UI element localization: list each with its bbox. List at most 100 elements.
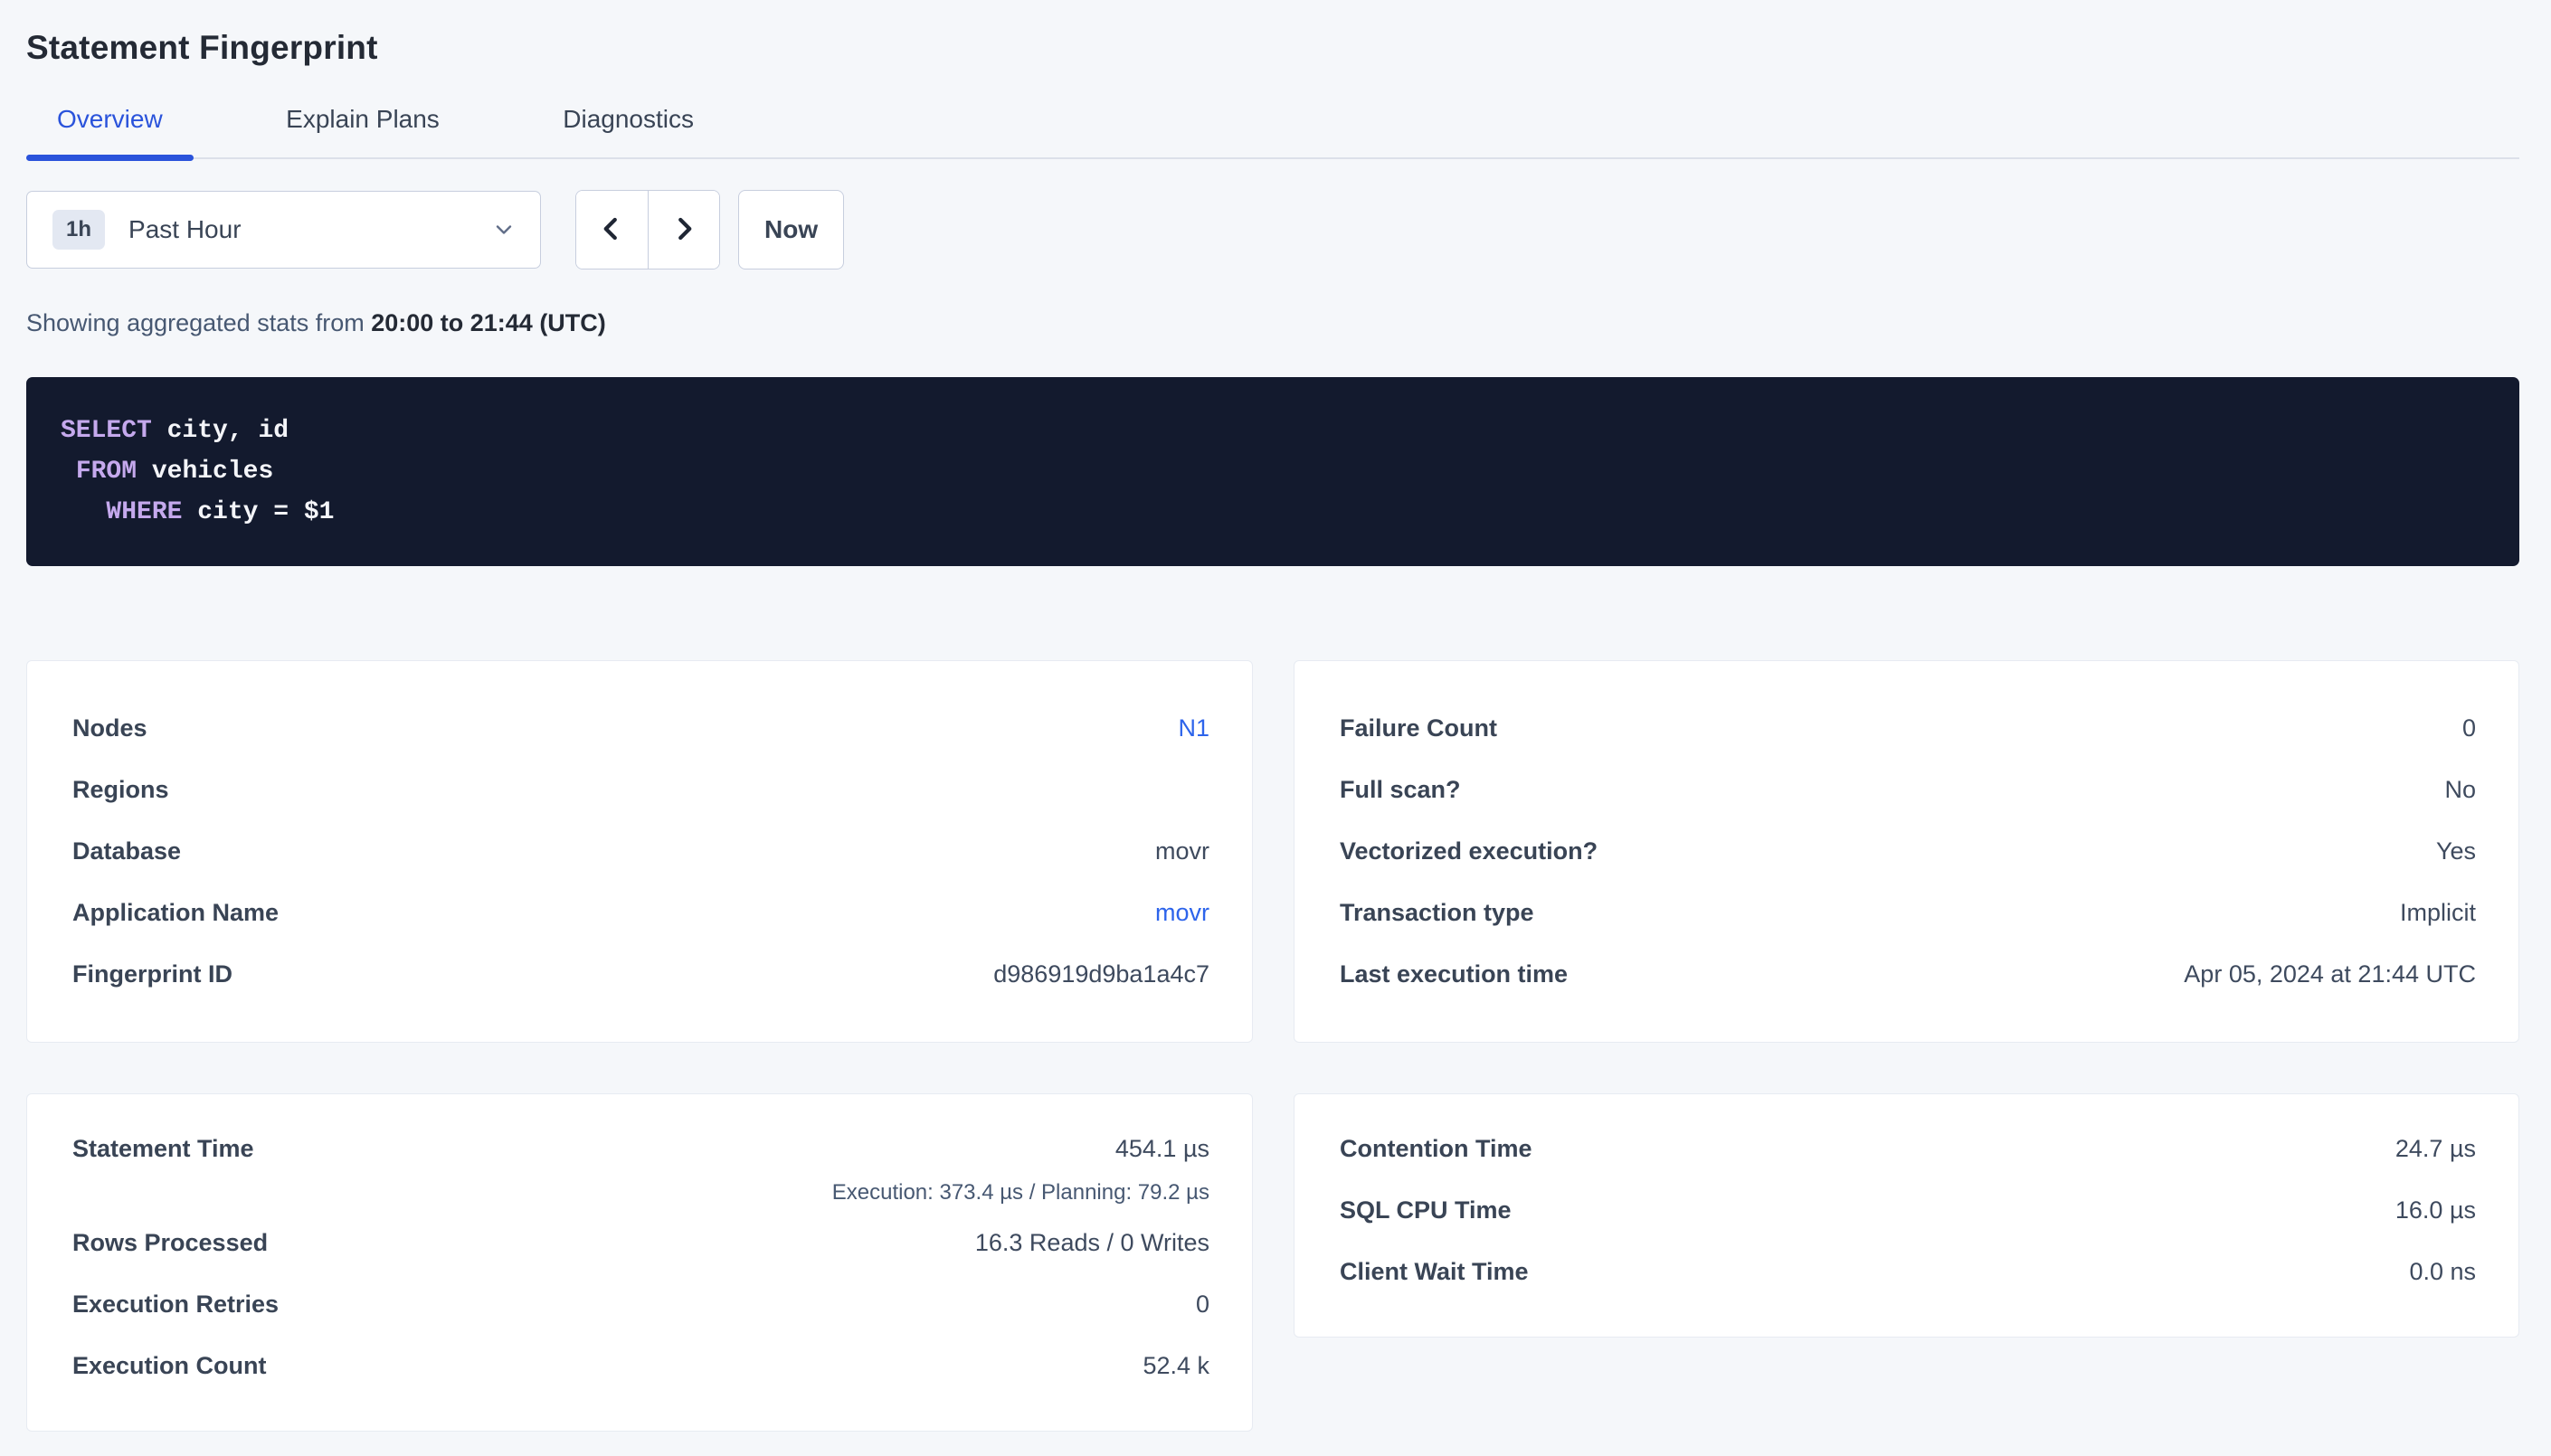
- card-row: Client Wait Time 0.0 ns: [1340, 1241, 2476, 1302]
- row-label: Nodes: [72, 714, 147, 742]
- card-row-line: Rows Processed16.3 Reads / 0 Writes: [72, 1212, 1209, 1273]
- card-row: Database movr: [72, 820, 1209, 882]
- card-row-line: Full scan? No: [1340, 759, 2476, 820]
- row-value: 16.0 µs: [2395, 1196, 2476, 1224]
- card-row: Full scan? No: [1340, 759, 2476, 820]
- row-label: Last execution time: [1340, 960, 1568, 988]
- card-row: Transaction type Implicit: [1340, 882, 2476, 943]
- row-label: Execution Retries: [72, 1291, 279, 1319]
- chevron-down-icon: [491, 217, 517, 242]
- sql-code-line: FROM vehicles: [61, 451, 2485, 492]
- card-row: Regions: [72, 759, 1209, 820]
- caption-time-range: 20:00 to 21:44 (UTC): [371, 309, 606, 336]
- card-row-line: Transaction type Implicit: [1340, 882, 2476, 943]
- row-value: 0: [1196, 1291, 1209, 1319]
- aggregated-stats-caption: Showing aggregated stats from 20:00 to 2…: [26, 309, 2519, 337]
- interval-badge: 1h: [52, 210, 105, 250]
- time-range-dropdown[interactable]: 1h Past Hour: [26, 191, 541, 269]
- row-label: SQL CPU Time: [1340, 1196, 1512, 1224]
- card-row-line: Vectorized execution? Yes: [1340, 820, 2476, 882]
- row-label: Statement Time: [72, 1135, 254, 1163]
- row-label: Vectorized execution?: [1340, 837, 1598, 865]
- row-value: Apr 05, 2024 at 21:44 UTC: [2184, 960, 2476, 988]
- statement-fingerprint-page: Statement Fingerprint Overview Explain P…: [0, 0, 2551, 1432]
- time-window-arrows: [575, 190, 720, 269]
- tab-overview[interactable]: Overview: [26, 105, 194, 157]
- details-card-left: NodesN1RegionsDatabasemovrApplication Na…: [26, 660, 1253, 1043]
- row-value-link[interactable]: N1: [1178, 714, 1209, 742]
- row-label: Transaction type: [1340, 899, 1534, 927]
- sql-statement-box: SELECT city, id FROM vehicles WHERE city…: [26, 377, 2519, 566]
- card-row-line: Statement Time 454.1 µs: [72, 1118, 1209, 1179]
- row-label: Rows Processed: [72, 1229, 268, 1257]
- details-card-right: Failure Count0 Full scan? No Vectorized exe…: [1294, 660, 2519, 1043]
- card-row: Application Name movr: [72, 882, 1209, 943]
- sql-keyword: FROM: [76, 458, 137, 486]
- card-row: Nodes N1: [72, 697, 1209, 759]
- card-row: Fingerprint ID d986919d9ba1a4c7: [72, 943, 1209, 1005]
- stats-card-right: Contention Time 24.7 µs SQL CPU Time 16.0 µ…: [1294, 1093, 2519, 1338]
- card-row-line: Fingerprint ID d986919d9ba1a4c7: [72, 943, 1209, 1005]
- row-label: Contention Time: [1340, 1135, 1532, 1163]
- card-row: Contention Time 24.7 µs: [1340, 1118, 2476, 1179]
- row-label: Regions: [72, 776, 169, 804]
- card-row: Statement Time 454.1 µs Execution: 373.4 µ…: [72, 1118, 1209, 1212]
- row-value: 454.1 µs: [1115, 1135, 1209, 1163]
- card-row-line: SQL CPU Time 16.0 µs: [1340, 1179, 2476, 1241]
- stats-card-left: Statement Time 454.1 µs Execution: 373.4 µ…: [26, 1093, 1253, 1432]
- row-label: Full scan?: [1340, 776, 1461, 804]
- row-value: 0.0 ns: [2409, 1258, 2476, 1286]
- row-value: movr: [1155, 837, 1209, 865]
- sql-text: city = $1: [182, 498, 334, 526]
- row-value: d986919d9ba1a4c7: [993, 960, 1209, 988]
- chevron-left-icon: [598, 215, 625, 245]
- sql-text: [61, 498, 106, 526]
- card-row: SQL CPU Time 16.0 µs: [1340, 1179, 2476, 1241]
- row-label: Fingerprint ID: [72, 960, 232, 988]
- time-picker-row: 1h Past Hour Now: [26, 190, 2519, 269]
- card-row: Vectorized execution? Yes: [1340, 820, 2476, 882]
- sql-keyword: SELECT: [61, 417, 152, 445]
- next-time-window-button[interactable]: [649, 191, 720, 269]
- row-value: Implicit: [2400, 899, 2476, 927]
- card-row: Last execution time Apr 05, 2024 at 21:44…: [1340, 943, 2476, 1005]
- card-row-line: Regions: [72, 759, 1209, 820]
- caption-prefix: Showing aggregated stats from: [26, 309, 371, 336]
- card-row-line: Client Wait Time 0.0 ns: [1340, 1241, 2476, 1302]
- sql-text: [61, 458, 76, 486]
- tabbar: Overview Explain Plans Diagnostics: [26, 105, 2519, 159]
- sql-keyword: WHERE: [106, 498, 182, 526]
- card-row: Execution Count 52.4 k: [72, 1335, 1209, 1396]
- row-value-link[interactable]: movr: [1155, 899, 1209, 927]
- sql-text: city, id: [152, 417, 289, 445]
- card-row-line: Failure Count0: [1340, 697, 2476, 759]
- sql-code-line: WHERE city = $1: [61, 492, 2485, 533]
- chevron-right-icon: [670, 215, 697, 245]
- previous-time-window-button[interactable]: [576, 191, 649, 269]
- row-label: Database: [72, 837, 181, 865]
- card-row-line: Last execution time Apr 05, 2024 at 21:44…: [1340, 943, 2476, 1005]
- row-value: No: [2444, 776, 2476, 804]
- card-row: Failure Count0: [1340, 697, 2476, 759]
- time-range-label: Past Hour: [128, 215, 242, 244]
- tab-explain-plans[interactable]: Explain Plans: [255, 105, 470, 157]
- card-row-line: Application Name movr: [72, 882, 1209, 943]
- row-label: Client Wait Time: [1340, 1258, 1529, 1286]
- row-value: Yes: [2436, 837, 2476, 865]
- sql-code-line: SELECT city, id: [61, 411, 2485, 451]
- card-row: Rows Processed16.3 Reads / 0 Writes: [72, 1212, 1209, 1273]
- tab-diagnostics[interactable]: Diagnostics: [532, 105, 725, 157]
- row-label: Failure Count: [1340, 714, 1497, 742]
- row-subvalue: Execution: 373.4 µs / Planning: 79.2 µs: [72, 1179, 1209, 1212]
- summary-cards: NodesN1RegionsDatabasemovrApplication Na…: [26, 660, 2519, 1432]
- page-title: Statement Fingerprint: [26, 29, 2519, 67]
- card-row-line: Execution Count 52.4 k: [72, 1335, 1209, 1396]
- card-row-line: Nodes N1: [72, 697, 1209, 759]
- now-button[interactable]: Now: [738, 190, 844, 269]
- card-row: Execution Retries 0: [72, 1273, 1209, 1335]
- row-label: Application Name: [72, 899, 279, 927]
- row-value: 24.7 µs: [2395, 1135, 2476, 1163]
- row-value: 52.4 k: [1143, 1352, 1209, 1380]
- row-label: Execution Count: [72, 1352, 267, 1380]
- sql-text: vehicles: [137, 458, 273, 486]
